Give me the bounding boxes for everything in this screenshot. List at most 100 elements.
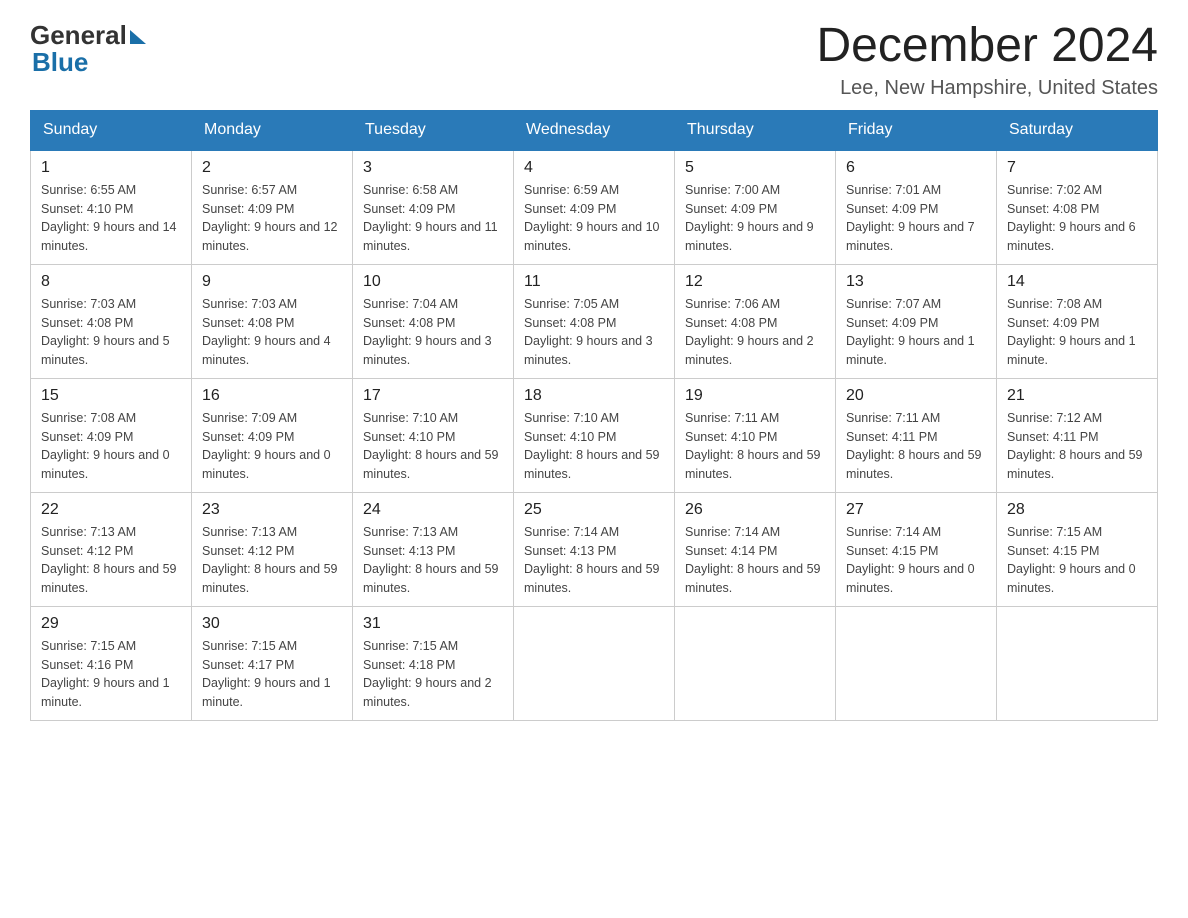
calendar-cell: 10 Sunrise: 7:04 AM Sunset: 4:08 PM Dayl… bbox=[353, 264, 514, 378]
logo: General Blue bbox=[30, 20, 146, 78]
calendar-cell: 27 Sunrise: 7:14 AM Sunset: 4:15 PM Dayl… bbox=[836, 492, 997, 606]
week-row-4: 22 Sunrise: 7:13 AM Sunset: 4:12 PM Dayl… bbox=[31, 492, 1158, 606]
calendar-cell: 28 Sunrise: 7:15 AM Sunset: 4:15 PM Dayl… bbox=[997, 492, 1158, 606]
day-info: Sunrise: 6:57 AM Sunset: 4:09 PM Dayligh… bbox=[202, 181, 342, 256]
calendar-cell: 19 Sunrise: 7:11 AM Sunset: 4:10 PM Dayl… bbox=[675, 378, 836, 492]
day-number: 20 bbox=[846, 387, 986, 405]
calendar-cell: 30 Sunrise: 7:15 AM Sunset: 4:17 PM Dayl… bbox=[192, 606, 353, 720]
day-info: Sunrise: 7:15 AM Sunset: 4:15 PM Dayligh… bbox=[1007, 523, 1147, 598]
day-number: 11 bbox=[524, 273, 664, 291]
day-number: 1 bbox=[41, 159, 181, 177]
calendar-cell: 17 Sunrise: 7:10 AM Sunset: 4:10 PM Dayl… bbox=[353, 378, 514, 492]
col-sunday: Sunday bbox=[31, 110, 192, 150]
day-number: 3 bbox=[363, 159, 503, 177]
day-number: 7 bbox=[1007, 159, 1147, 177]
day-info: Sunrise: 7:06 AM Sunset: 4:08 PM Dayligh… bbox=[685, 295, 825, 370]
day-info: Sunrise: 7:09 AM Sunset: 4:09 PM Dayligh… bbox=[202, 409, 342, 484]
col-friday: Friday bbox=[836, 110, 997, 150]
calendar-cell: 12 Sunrise: 7:06 AM Sunset: 4:08 PM Dayl… bbox=[675, 264, 836, 378]
day-number: 9 bbox=[202, 273, 342, 291]
day-number: 30 bbox=[202, 615, 342, 633]
calendar-cell: 7 Sunrise: 7:02 AM Sunset: 4:08 PM Dayli… bbox=[997, 150, 1158, 265]
calendar-cell: 4 Sunrise: 6:59 AM Sunset: 4:09 PM Dayli… bbox=[514, 150, 675, 265]
day-number: 12 bbox=[685, 273, 825, 291]
calendar-cell: 20 Sunrise: 7:11 AM Sunset: 4:11 PM Dayl… bbox=[836, 378, 997, 492]
col-tuesday: Tuesday bbox=[353, 110, 514, 150]
day-info: Sunrise: 7:10 AM Sunset: 4:10 PM Dayligh… bbox=[524, 409, 664, 484]
calendar-cell: 14 Sunrise: 7:08 AM Sunset: 4:09 PM Dayl… bbox=[997, 264, 1158, 378]
calendar-cell: 18 Sunrise: 7:10 AM Sunset: 4:10 PM Dayl… bbox=[514, 378, 675, 492]
day-number: 6 bbox=[846, 159, 986, 177]
week-row-1: 1 Sunrise: 6:55 AM Sunset: 4:10 PM Dayli… bbox=[31, 150, 1158, 265]
calendar-cell: 3 Sunrise: 6:58 AM Sunset: 4:09 PM Dayli… bbox=[353, 150, 514, 265]
calendar-cell bbox=[514, 606, 675, 720]
day-info: Sunrise: 7:08 AM Sunset: 4:09 PM Dayligh… bbox=[41, 409, 181, 484]
day-info: Sunrise: 7:13 AM Sunset: 4:12 PM Dayligh… bbox=[41, 523, 181, 598]
calendar-cell: 21 Sunrise: 7:12 AM Sunset: 4:11 PM Dayl… bbox=[997, 378, 1158, 492]
page-header: General Blue December 2024 Lee, New Hamp… bbox=[30, 20, 1158, 100]
title-area: December 2024 Lee, New Hampshire, United… bbox=[816, 20, 1158, 100]
calendar-cell bbox=[836, 606, 997, 720]
day-number: 29 bbox=[41, 615, 181, 633]
day-number: 15 bbox=[41, 387, 181, 405]
day-number: 23 bbox=[202, 501, 342, 519]
logo-blue-text: Blue bbox=[32, 47, 88, 78]
calendar-cell: 24 Sunrise: 7:13 AM Sunset: 4:13 PM Dayl… bbox=[353, 492, 514, 606]
day-number: 26 bbox=[685, 501, 825, 519]
calendar-cell: 6 Sunrise: 7:01 AM Sunset: 4:09 PM Dayli… bbox=[836, 150, 997, 265]
day-info: Sunrise: 7:14 AM Sunset: 4:13 PM Dayligh… bbox=[524, 523, 664, 598]
calendar-table: Sunday Monday Tuesday Wednesday Thursday… bbox=[30, 110, 1158, 721]
day-info: Sunrise: 7:13 AM Sunset: 4:13 PM Dayligh… bbox=[363, 523, 503, 598]
day-number: 25 bbox=[524, 501, 664, 519]
calendar-cell: 15 Sunrise: 7:08 AM Sunset: 4:09 PM Dayl… bbox=[31, 378, 192, 492]
calendar-cell: 2 Sunrise: 6:57 AM Sunset: 4:09 PM Dayli… bbox=[192, 150, 353, 265]
location-text: Lee, New Hampshire, United States bbox=[816, 77, 1158, 100]
calendar-cell: 31 Sunrise: 7:15 AM Sunset: 4:18 PM Dayl… bbox=[353, 606, 514, 720]
col-wednesday: Wednesday bbox=[514, 110, 675, 150]
calendar-cell: 8 Sunrise: 7:03 AM Sunset: 4:08 PM Dayli… bbox=[31, 264, 192, 378]
day-info: Sunrise: 6:59 AM Sunset: 4:09 PM Dayligh… bbox=[524, 181, 664, 256]
calendar-cell: 11 Sunrise: 7:05 AM Sunset: 4:08 PM Dayl… bbox=[514, 264, 675, 378]
day-info: Sunrise: 7:15 AM Sunset: 4:18 PM Dayligh… bbox=[363, 637, 503, 712]
day-info: Sunrise: 7:08 AM Sunset: 4:09 PM Dayligh… bbox=[1007, 295, 1147, 370]
day-number: 22 bbox=[41, 501, 181, 519]
day-number: 10 bbox=[363, 273, 503, 291]
day-number: 5 bbox=[685, 159, 825, 177]
day-info: Sunrise: 7:12 AM Sunset: 4:11 PM Dayligh… bbox=[1007, 409, 1147, 484]
day-info: Sunrise: 7:04 AM Sunset: 4:08 PM Dayligh… bbox=[363, 295, 503, 370]
calendar-cell: 16 Sunrise: 7:09 AM Sunset: 4:09 PM Dayl… bbox=[192, 378, 353, 492]
day-number: 2 bbox=[202, 159, 342, 177]
week-row-2: 8 Sunrise: 7:03 AM Sunset: 4:08 PM Dayli… bbox=[31, 264, 1158, 378]
day-info: Sunrise: 7:05 AM Sunset: 4:08 PM Dayligh… bbox=[524, 295, 664, 370]
day-number: 19 bbox=[685, 387, 825, 405]
col-saturday: Saturday bbox=[997, 110, 1158, 150]
day-info: Sunrise: 7:11 AM Sunset: 4:11 PM Dayligh… bbox=[846, 409, 986, 484]
day-info: Sunrise: 7:15 AM Sunset: 4:16 PM Dayligh… bbox=[41, 637, 181, 712]
day-info: Sunrise: 6:58 AM Sunset: 4:09 PM Dayligh… bbox=[363, 181, 503, 256]
day-info: Sunrise: 7:10 AM Sunset: 4:10 PM Dayligh… bbox=[363, 409, 503, 484]
day-number: 28 bbox=[1007, 501, 1147, 519]
calendar-cell bbox=[675, 606, 836, 720]
col-monday: Monday bbox=[192, 110, 353, 150]
day-number: 24 bbox=[363, 501, 503, 519]
day-number: 16 bbox=[202, 387, 342, 405]
day-info: Sunrise: 7:13 AM Sunset: 4:12 PM Dayligh… bbox=[202, 523, 342, 598]
calendar-cell: 1 Sunrise: 6:55 AM Sunset: 4:10 PM Dayli… bbox=[31, 150, 192, 265]
calendar-cell: 5 Sunrise: 7:00 AM Sunset: 4:09 PM Dayli… bbox=[675, 150, 836, 265]
day-info: Sunrise: 7:15 AM Sunset: 4:17 PM Dayligh… bbox=[202, 637, 342, 712]
day-info: Sunrise: 7:14 AM Sunset: 4:15 PM Dayligh… bbox=[846, 523, 986, 598]
day-number: 21 bbox=[1007, 387, 1147, 405]
day-info: Sunrise: 7:11 AM Sunset: 4:10 PM Dayligh… bbox=[685, 409, 825, 484]
day-number: 17 bbox=[363, 387, 503, 405]
day-number: 8 bbox=[41, 273, 181, 291]
day-info: Sunrise: 7:07 AM Sunset: 4:09 PM Dayligh… bbox=[846, 295, 986, 370]
day-number: 4 bbox=[524, 159, 664, 177]
day-number: 18 bbox=[524, 387, 664, 405]
day-number: 31 bbox=[363, 615, 503, 633]
week-row-5: 29 Sunrise: 7:15 AM Sunset: 4:16 PM Dayl… bbox=[31, 606, 1158, 720]
week-row-3: 15 Sunrise: 7:08 AM Sunset: 4:09 PM Dayl… bbox=[31, 378, 1158, 492]
day-info: Sunrise: 6:55 AM Sunset: 4:10 PM Dayligh… bbox=[41, 181, 181, 256]
day-number: 14 bbox=[1007, 273, 1147, 291]
calendar-cell: 25 Sunrise: 7:14 AM Sunset: 4:13 PM Dayl… bbox=[514, 492, 675, 606]
logo-triangle-icon bbox=[130, 30, 146, 44]
